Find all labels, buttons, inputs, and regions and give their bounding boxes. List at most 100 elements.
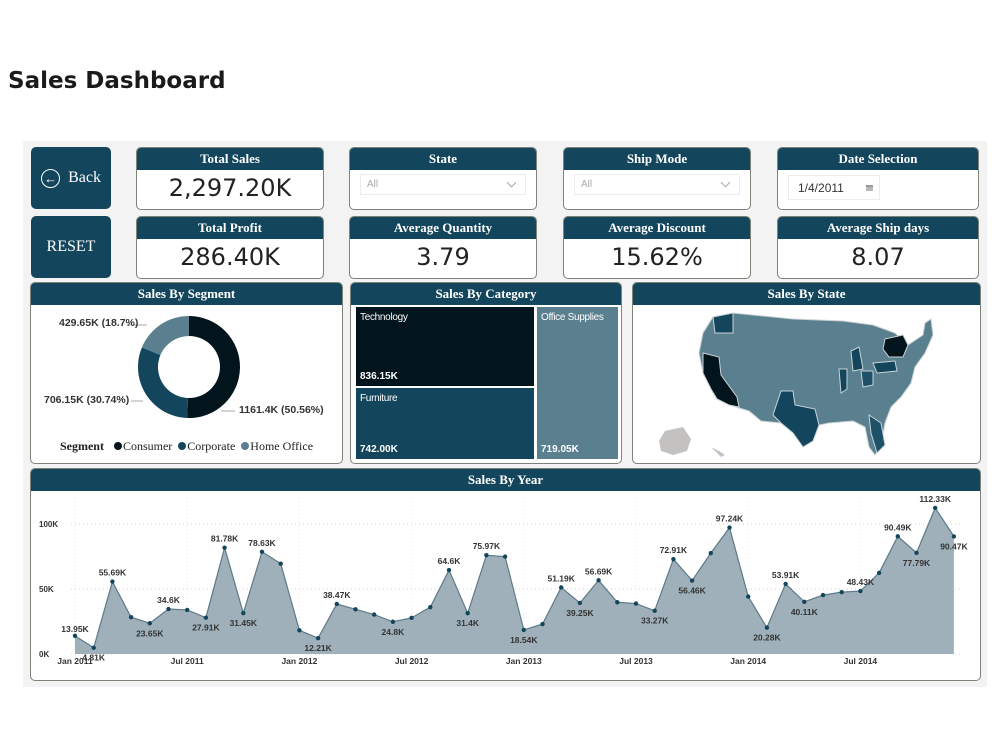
data-point[interactable] — [895, 534, 900, 539]
slicer-label: Ship Mode — [564, 148, 750, 170]
back-button[interactable]: ← Back — [31, 147, 111, 209]
data-point[interactable] — [783, 581, 788, 587]
data-point[interactable] — [671, 557, 676, 562]
data-point[interactable] — [727, 525, 732, 530]
data-point[interactable] — [334, 601, 339, 607]
data-point[interactable] — [91, 645, 96, 650]
kpi-label: Total Profit — [137, 217, 323, 239]
segment-legend: Segment Consumer Corporate Home Office — [31, 439, 342, 454]
data-point[interactable] — [484, 553, 489, 558]
tile-value: 719.05K — [541, 444, 579, 455]
data-point[interactable] — [166, 606, 171, 612]
data-point[interactable] — [72, 633, 78, 639]
data-point[interactable] — [596, 578, 601, 583]
data-point[interactable] — [241, 610, 246, 616]
data-point[interactable] — [147, 621, 152, 626]
data-point[interactable] — [764, 625, 770, 630]
slicer-ship-mode: Ship Mode All — [563, 147, 751, 210]
data-point[interactable] — [521, 627, 526, 633]
data-label: 39.25K — [566, 608, 594, 618]
data-point[interactable] — [297, 628, 302, 633]
ship-mode-dropdown[interactable]: All — [574, 174, 740, 195]
data-point[interactable] — [409, 615, 414, 621]
data-point[interactable] — [652, 608, 657, 613]
data-point[interactable] — [559, 585, 564, 590]
data-point[interactable] — [446, 567, 452, 573]
tile-value: 836.15K — [360, 371, 398, 382]
data-point[interactable] — [951, 534, 957, 539]
y-tick-label: 100K — [39, 520, 58, 529]
data-point[interactable] — [615, 600, 620, 605]
arrow-left-icon: ← — [41, 168, 61, 188]
legend-item-consumer[interactable]: Consumer — [111, 439, 172, 453]
data-label: 24.8K — [382, 627, 406, 637]
calendar-icon[interactable] — [866, 184, 873, 191]
segment-label-consumer: 1161.4K (50.56%) — [239, 404, 324, 416]
data-point[interactable] — [259, 549, 265, 554]
treemap-tile-furniture[interactable]: Furniture 742.00K — [356, 388, 534, 459]
data-point[interactable] — [839, 589, 844, 595]
data-point[interactable] — [633, 601, 639, 606]
data-point[interactable] — [802, 599, 807, 605]
card-title: Sales By Segment — [31, 283, 342, 305]
data-point[interactable] — [428, 605, 433, 610]
data-point[interactable] — [372, 612, 377, 617]
slicer-state: State All — [349, 147, 537, 210]
data-label: 77.79K — [903, 558, 931, 568]
data-point[interactable] — [185, 607, 190, 613]
data-point[interactable] — [876, 570, 882, 576]
data-point[interactable] — [465, 610, 470, 616]
date-input[interactable]: 1/4/2011 — [788, 175, 880, 200]
legend-item-corporate[interactable]: Corporate — [175, 439, 235, 453]
legend-item-home-office[interactable]: Home Office — [238, 439, 313, 453]
data-point[interactable] — [390, 619, 396, 624]
treemap-tile-technology[interactable]: Technology 836.15K — [356, 307, 534, 386]
data-point[interactable] — [689, 578, 695, 583]
data-point[interactable] — [820, 592, 826, 598]
data-point[interactable] — [746, 594, 751, 599]
donut-slice-corporate[interactable] — [137, 347, 188, 418]
reset-button[interactable]: RESET — [31, 216, 111, 278]
map-state-alaska — [659, 427, 691, 455]
data-label: 31.4K — [456, 618, 480, 628]
data-point[interactable] — [914, 550, 919, 556]
data-point[interactable] — [540, 621, 545, 627]
data-label: 23.65K — [136, 628, 164, 638]
us-state-map[interactable] — [633, 305, 979, 461]
data-label: 38.47K — [323, 590, 351, 600]
kpi-value: 8.07 — [851, 243, 905, 271]
kpi-average-quantity: Average Quantity 3.79 — [349, 216, 537, 279]
data-point[interactable] — [203, 615, 209, 620]
sales-by-state-card: Sales By State — [632, 282, 981, 464]
card-title: Sales By Category — [351, 283, 621, 305]
x-tick-label: Jul 2014 — [844, 656, 878, 666]
sales-by-year-card: Sales By Year 0K 50K 100K Jan 2011 Jul 2011 J… — [30, 468, 981, 681]
data-point[interactable] — [933, 505, 938, 511]
data-point[interactable] — [577, 600, 583, 606]
data-point[interactable] — [315, 635, 321, 641]
data-point[interactable] — [353, 607, 358, 612]
data-point[interactable] — [222, 545, 227, 550]
sales-by-segment-card: Sales By Segment 429.65K (18.7%) 706.15K… — [30, 282, 343, 464]
x-tick-label: Jan 2013 — [506, 656, 542, 666]
data-label: 40.11K — [791, 607, 819, 617]
data-point[interactable] — [858, 588, 863, 594]
data-point[interactable] — [708, 550, 713, 556]
kpi-value: 15.62% — [611, 243, 703, 271]
kpi-average-ship-days: Average Ship days 8.07 — [777, 216, 979, 279]
data-label: 90.47K — [940, 541, 968, 551]
state-dropdown[interactable]: All — [360, 174, 526, 195]
kpi-label: Average Quantity — [350, 217, 536, 239]
kpi-label: Average Discount — [564, 217, 750, 239]
data-point[interactable] — [110, 579, 115, 584]
donut-slice-home-office[interactable] — [141, 316, 189, 356]
data-point[interactable] — [502, 554, 508, 559]
data-label: 33.27K — [641, 616, 669, 626]
data-point[interactable] — [128, 615, 134, 620]
data-label: 55.69K — [99, 568, 127, 578]
y-tick-label: 50K — [39, 585, 54, 594]
donut-slice-consumer[interactable] — [187, 316, 240, 418]
data-label: 51.19K — [547, 573, 575, 583]
data-point[interactable] — [278, 561, 283, 566]
treemap-tile-office-supplies[interactable]: Office Supplies 719.05K — [537, 307, 618, 459]
